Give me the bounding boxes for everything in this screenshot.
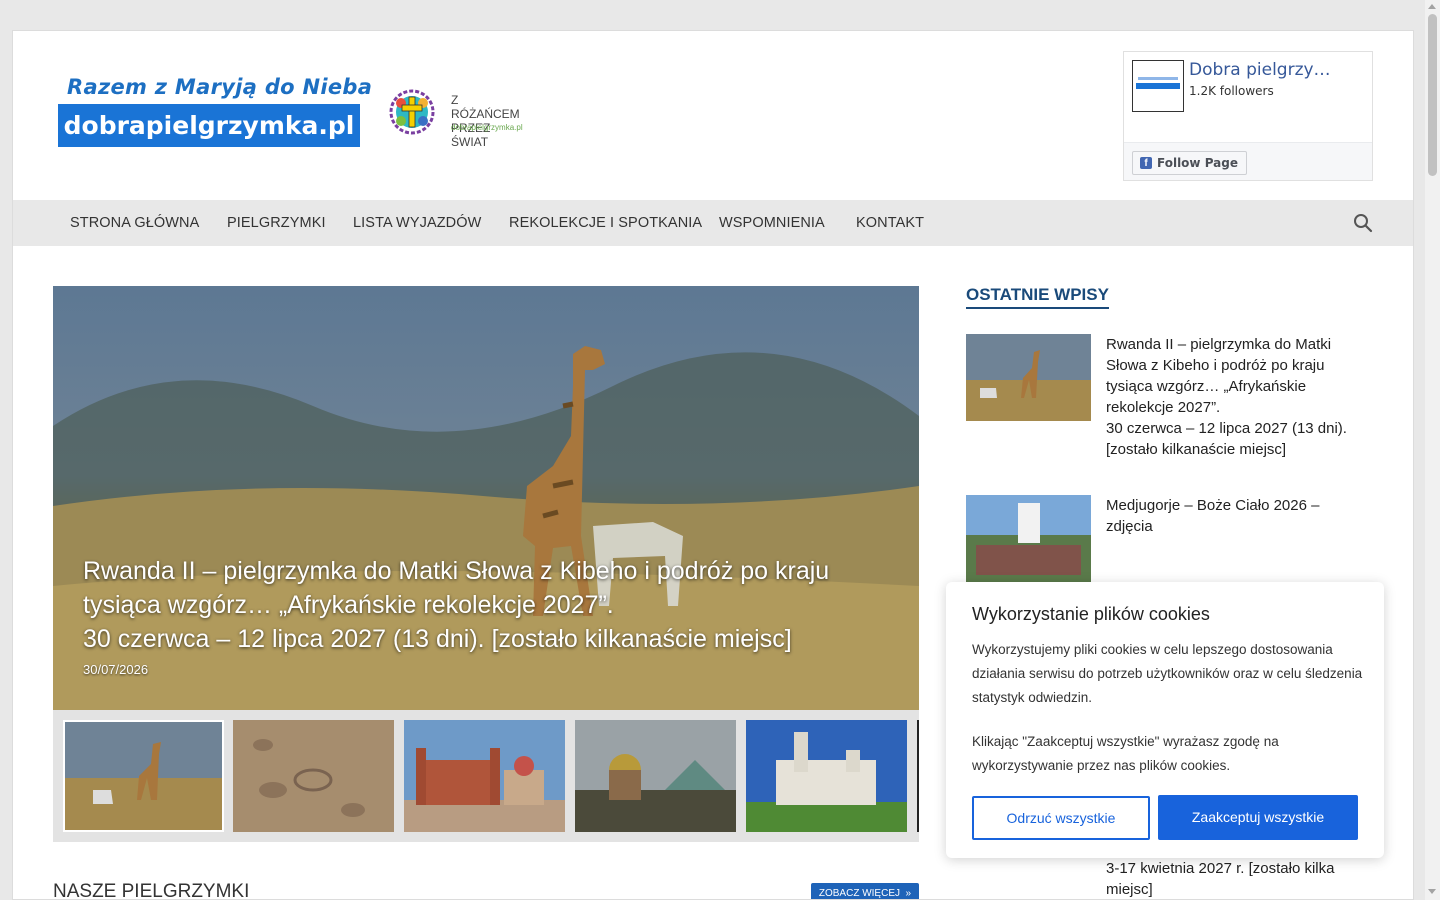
facebook-widget-footer: f Follow Page xyxy=(1124,142,1372,180)
post-line: zdjęcia xyxy=(1106,518,1153,535)
featured-slider: Rwanda II – pielgrzymka do Matki Słowa z… xyxy=(53,286,919,842)
logo-domain: dobrapielgrzymka.pl xyxy=(58,104,360,147)
post-image xyxy=(966,334,1091,421)
slider-thumb-basilica[interactable] xyxy=(404,720,565,832)
post-line: Słowa z Kibeho i podróż po kraju xyxy=(1106,357,1325,374)
slider-title-line2: tysiąca wzgórz… „Afrykańskie rekolekcje … xyxy=(83,591,614,619)
post-line: Medjugorje – Boże Ciało 2026 – xyxy=(1106,497,1320,514)
slider-thumb-sand[interactable] xyxy=(233,720,394,832)
sidebar-post-thumb[interactable] xyxy=(966,495,1091,582)
cookie-text: Wykorzystujemy pliki cookies w celu leps… xyxy=(972,642,1363,705)
section-title: NASZE PIELGRZYMKI xyxy=(53,881,250,900)
facebook-page-widget: Dobra pielgrzy… 1.2K followers f Follow … xyxy=(1123,51,1373,181)
page-scrollbar[interactable] xyxy=(1425,0,1440,900)
slider-thumbnails xyxy=(63,720,919,832)
avatar-tagline-bar xyxy=(1138,77,1178,80)
cookie-consent-text: Klikając "Zaakceptuj wszystkie" wyrażasz… xyxy=(972,734,1279,773)
nav-item-contact[interactable]: KONTAKT xyxy=(856,200,924,246)
follow-page-button[interactable]: f Follow Page xyxy=(1132,151,1247,175)
post-line: tysiąca wzgórz… „Afrykańskie xyxy=(1106,378,1307,395)
slider-thumb-partial[interactable] xyxy=(917,720,919,832)
logo2-domain: dobrapielgrzymka.pl xyxy=(451,123,523,132)
nav-item-memories[interactable]: WSPOMNIENIA xyxy=(719,200,825,246)
search-icon[interactable] xyxy=(1353,213,1373,233)
nav-item-retreats[interactable]: REKOLEKCJE I SPOTKANIA xyxy=(509,200,702,246)
post-line: 3-17 kwietnia 2027 r. [zostało kilka xyxy=(1106,860,1335,877)
follow-page-label: Follow Page xyxy=(1157,156,1238,170)
nav-item-home[interactable]: STRONA GŁÓWNA xyxy=(70,200,199,246)
facebook-page-name[interactable]: Dobra pielgrzy… xyxy=(1189,60,1331,80)
post-line: Rwanda II – pielgrzymka do Matki xyxy=(1106,336,1332,353)
slider-title[interactable]: Rwanda II – pielgrzymka do Matki Słowa z… xyxy=(83,554,903,656)
post-line: 30 czerwca – 12 lipca 2027 (13 dni). xyxy=(1106,420,1347,437)
facebook-page-avatar[interactable] xyxy=(1132,60,1184,112)
cookie-title: Wykorzystanie plików cookies xyxy=(972,604,1210,624)
site-logo[interactable]: Razem z Maryją do Nieba dobrapielgrzymka… xyxy=(57,75,372,151)
sidebar-post-title[interactable]: Medjugorje – Boże Ciało 2026 – zdjęcia xyxy=(1106,495,1381,537)
post-line: miejsc] xyxy=(1106,881,1153,898)
slider-date: 30/07/2026 xyxy=(83,662,149,677)
nav-item-trips[interactable]: LISTA WYJAZDÓW xyxy=(353,200,481,246)
post-line: [zostało kilkanaście miejsc] xyxy=(1106,441,1287,458)
sidebar-post-title[interactable]: Rwanda II – pielgrzymka do Matki Słowa z… xyxy=(1106,334,1381,460)
scroll-up-arrow-icon[interactable] xyxy=(1428,4,1436,9)
slider-thumb-giraffe[interactable] xyxy=(63,720,224,832)
double-chevron-right-icon: » xyxy=(902,888,912,899)
main-nav: STRONA GŁÓWNA PIELGRZYMKI LISTA WYJAZDÓW… xyxy=(13,200,1413,246)
scroll-down-arrow-icon[interactable] xyxy=(1428,889,1436,894)
thumb-image xyxy=(63,720,224,832)
logo2-text: Z RÓŻAŃCEM PRZEZ ŚWIAT xyxy=(451,93,527,149)
slider-title-line1: Rwanda II – pielgrzymka do Matki Słowa z… xyxy=(83,557,830,585)
logo-tagline: Razem z Maryją do Nieba xyxy=(67,75,373,99)
thumb-image xyxy=(233,720,394,832)
sidebar-title: OSTATNIE WPISY xyxy=(966,285,1109,309)
slider-title-line3: 30 czerwca – 12 lipca 2027 (13 dni). [zo… xyxy=(83,625,792,653)
scrollbar-thumb[interactable] xyxy=(1428,14,1437,176)
facebook-icon: f xyxy=(1140,157,1152,169)
facebook-followers: 1.2K followers xyxy=(1189,84,1274,98)
see-more-label: ZOBACZ WIĘCEJ xyxy=(818,888,900,899)
thumb-image xyxy=(746,720,907,832)
see-more-button[interactable]: ZOBACZ WIĘCEJ » xyxy=(811,883,919,899)
cookie-consent-dialog: Wykorzystanie plików cookies Wykorzystuj… xyxy=(946,582,1384,858)
post-image xyxy=(966,495,1091,582)
reject-all-button[interactable]: Odrzuć wszystkie xyxy=(972,796,1150,840)
sidebar-post-thumb[interactable] xyxy=(966,334,1091,421)
slider-thumb-domes[interactable] xyxy=(575,720,736,832)
thumb-image xyxy=(404,720,565,832)
logo2-line1: Z RÓŻAŃCEM xyxy=(451,93,520,121)
avatar-domain-bar xyxy=(1136,83,1180,89)
post-line: rekolekcje 2027”. xyxy=(1106,399,1221,416)
thumb-image xyxy=(575,720,736,832)
sidebar-post-title-partial[interactable]: 3-17 kwietnia 2027 r. [zostało kilka mie… xyxy=(1106,858,1386,899)
rosary-cross-icon xyxy=(389,89,435,135)
slider-thumb-cathedral[interactable] xyxy=(746,720,907,832)
accept-all-button[interactable]: Zaakceptuj wszystkie xyxy=(1158,795,1358,840)
nav-item-pilgrimages[interactable]: PIELGRZYMKI xyxy=(227,200,326,246)
slider-main-image[interactable]: Rwanda II – pielgrzymka do Matki Słowa z… xyxy=(53,286,919,710)
rosary-logo[interactable]: Z RÓŻAŃCEM PRZEZ ŚWIAT dobrapielgrzymka.… xyxy=(387,87,527,149)
